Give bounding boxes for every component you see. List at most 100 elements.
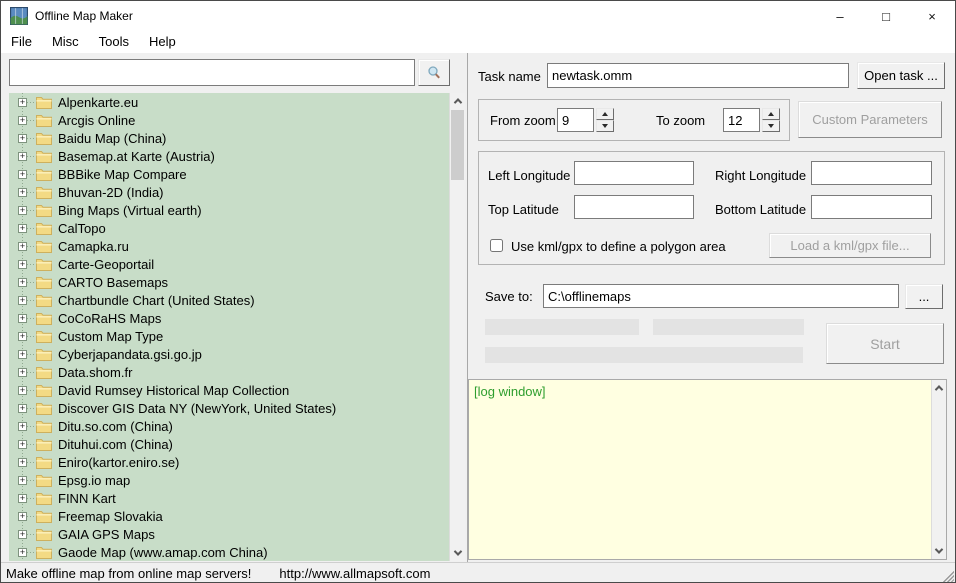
expand-plus-icon[interactable]: + (18, 277, 27, 287)
tree-item[interactable]: + Discover GIS Data NY (NewYork, United … (9, 399, 449, 417)
tree-item[interactable]: + Alpenkarte.eu (9, 93, 449, 111)
close-button[interactable]: × (909, 1, 955, 31)
tree-item[interactable]: + Eniro(kartor.eniro.se) (9, 453, 449, 471)
expand-plus-icon[interactable]: + (18, 547, 27, 557)
tree-item[interactable]: + Bhuvan-2D (India) (9, 183, 449, 201)
expand-plus-icon[interactable]: + (18, 205, 27, 215)
expand-plus-icon[interactable]: + (18, 457, 27, 467)
tree-item[interactable]: + CARTO Basemaps (9, 273, 449, 291)
expand-plus-icon[interactable]: + (18, 529, 27, 539)
expand-plus-icon[interactable]: + (18, 259, 27, 269)
tree-item[interactable]: + Dituhui.com (China) (9, 435, 449, 453)
tree-item[interactable]: + Epsg.io map (9, 471, 449, 489)
open-task-button[interactable]: Open task ... (857, 62, 945, 89)
from-zoom-down-button[interactable] (596, 120, 614, 132)
save-path-input[interactable] (543, 284, 899, 308)
tree-item[interactable]: + Baidu Map (China) (9, 129, 449, 147)
tree-scrollbar[interactable] (449, 93, 465, 561)
tree-item[interactable]: + Ditu.so.com (China) (9, 417, 449, 435)
log-scrollbar[interactable] (931, 380, 946, 559)
expand-plus-icon[interactable]: + (18, 493, 27, 503)
expand-plus-icon[interactable]: + (18, 133, 27, 143)
menu-file[interactable]: File (1, 31, 42, 53)
title-bar: Offline Map Maker – □ × (1, 1, 955, 31)
browse-button[interactable]: ... (905, 284, 943, 309)
expand-plus-icon[interactable]: + (18, 403, 27, 413)
tree-item[interactable]: + GAIA GPS Maps (9, 525, 449, 543)
task-name-input[interactable] (547, 63, 849, 88)
expand-plus-icon[interactable]: + (18, 385, 27, 395)
tree-item[interactable]: + Basemap.at Karte (Austria) (9, 147, 449, 165)
expand-plus-icon[interactable]: + (18, 241, 27, 251)
bottom-latitude-input[interactable] (811, 195, 932, 219)
tree-item[interactable]: + Gaode Map (www.amap.com China) (9, 543, 449, 561)
tree-item-label: Carte-Geoportail (58, 256, 155, 272)
tree-item[interactable]: + Freemap Slovakia (9, 507, 449, 525)
expand-plus-icon[interactable]: + (18, 511, 27, 521)
expand-plus-icon[interactable]: + (18, 169, 27, 179)
menu-help[interactable]: Help (139, 31, 186, 53)
log-window[interactable]: [log window] (468, 379, 947, 560)
expand-plus-icon[interactable]: + (18, 475, 27, 485)
tree-item[interactable]: + CalTopo (9, 219, 449, 237)
tree-item[interactable]: + FINN Kart (9, 489, 449, 507)
expand-plus-icon[interactable]: + (18, 115, 27, 125)
scrollbar-thumb[interactable] (451, 110, 464, 180)
to-zoom-input[interactable] (723, 108, 760, 132)
expand-plus-icon[interactable]: + (18, 421, 27, 431)
tree-item[interactable]: + David Rumsey Historical Map Collection (9, 381, 449, 399)
search-input[interactable] (9, 59, 415, 86)
expand-plus-icon[interactable]: + (18, 223, 27, 233)
custom-parameters-button[interactable]: Custom Parameters (798, 101, 942, 138)
expand-plus-icon[interactable]: + (18, 97, 27, 107)
scroll-up-button[interactable] (450, 93, 465, 109)
folder-icon (36, 438, 52, 451)
expand-plus-icon[interactable]: + (18, 367, 27, 377)
start-button[interactable]: Start (826, 323, 944, 364)
expand-plus-icon[interactable]: + (18, 187, 27, 197)
expand-plus-icon[interactable]: + (18, 295, 27, 305)
from-zoom-up-button[interactable] (596, 108, 614, 120)
menu-misc[interactable]: Misc (42, 31, 89, 53)
left-longitude-input[interactable] (574, 161, 694, 185)
to-zoom-up-button[interactable] (762, 108, 780, 120)
tree-connector (27, 119, 36, 121)
tree-item[interactable]: + Arcgis Online (9, 111, 449, 129)
tree-item[interactable]: + Bing Maps (Virtual earth) (9, 201, 449, 219)
right-longitude-input[interactable] (811, 161, 932, 185)
from-zoom-input[interactable] (557, 108, 594, 132)
expand-plus-icon[interactable]: + (18, 313, 27, 323)
folder-icon (36, 240, 52, 253)
left-longitude-label: Left Longitude (488, 168, 571, 183)
expand-plus-icon[interactable]: + (18, 331, 27, 341)
tree-connector (27, 173, 36, 175)
menu-bar: File Misc Tools Help (1, 31, 955, 53)
scroll-down-button[interactable] (450, 545, 465, 561)
tree-item[interactable]: + Cyberjapandata.gsi.go.jp (9, 345, 449, 363)
expand-plus-icon[interactable]: + (18, 151, 27, 161)
tree-item[interactable]: + Chartbundle Chart (United States) (9, 291, 449, 309)
use-kml-checkbox[interactable] (490, 239, 503, 252)
resize-grip[interactable] (941, 569, 954, 582)
scroll-up-button[interactable] (932, 380, 946, 396)
search-button[interactable] (418, 59, 450, 86)
tree-item-label: Custom Map Type (58, 328, 164, 344)
to-zoom-down-button[interactable] (762, 120, 780, 132)
load-kml-button[interactable]: Load a kml/gpx file... (769, 233, 931, 258)
tree-item[interactable]: + Custom Map Type (9, 327, 449, 345)
tree-item[interactable]: + CoCoRaHS Maps (9, 309, 449, 327)
tree-item[interactable]: + Carte-Geoportail (9, 255, 449, 273)
expand-plus-icon[interactable]: + (18, 349, 27, 359)
tree-item[interactable]: + Data.shom.fr (9, 363, 449, 381)
minimize-button[interactable]: – (817, 1, 863, 31)
chevron-up-icon (934, 385, 944, 394)
menu-tools[interactable]: Tools (89, 31, 139, 53)
app-icon (10, 7, 28, 25)
maximize-button[interactable]: □ (863, 1, 909, 31)
expand-plus-icon[interactable]: + (18, 439, 27, 449)
top-latitude-input[interactable] (574, 195, 694, 219)
tree-item[interactable]: + Camapka.ru (9, 237, 449, 255)
map-source-tree[interactable]: + Alpenkarte.eu + Arcgis Online + Baidu … (9, 93, 449, 561)
tree-item[interactable]: + BBBike Map Compare (9, 165, 449, 183)
scroll-down-button[interactable] (932, 543, 946, 559)
